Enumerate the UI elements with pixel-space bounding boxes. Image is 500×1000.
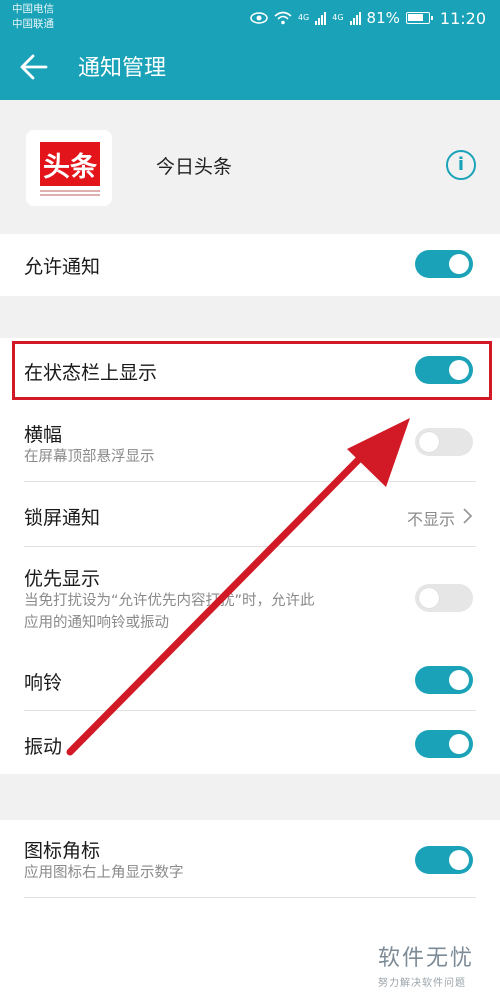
section-gap: [0, 296, 500, 338]
ring-row[interactable]: 响铃: [0, 648, 500, 711]
clock: 11:20: [439, 8, 486, 28]
battery-icon: [405, 12, 433, 24]
watermark: 软件无忧 努力解决软件问题: [378, 940, 474, 989]
battery-percent: 81%: [366, 9, 400, 27]
app-logo: 头条: [26, 130, 112, 206]
carrier-info: 中国电信 中国联通: [12, 2, 54, 32]
app-header: 头条: [0, 100, 500, 234]
badge-toggle[interactable]: [415, 846, 473, 874]
banner-toggle[interactable]: [415, 428, 473, 456]
network-type-1: 4G: [297, 13, 310, 22]
network-type-2: 4G: [332, 13, 344, 22]
banner-row[interactable]: 横幅 在屏幕顶部悬浮显示: [0, 404, 500, 482]
watermark-title: 软件无忧: [378, 946, 475, 971]
priority-display-toggle[interactable]: [415, 584, 473, 612]
divider: [24, 546, 476, 547]
lock-screen-row[interactable]: 锁屏通知 不显示: [0, 483, 500, 547]
watermark-subtitle: 努力解决软件问题: [378, 978, 466, 989]
app-bar: 通知管理: [0, 36, 500, 100]
info-button[interactable]: i: [446, 150, 476, 180]
eye-comfort-icon: [250, 12, 268, 24]
app-logo-text: 头条: [40, 142, 100, 186]
divider: [24, 481, 476, 482]
divider: [24, 897, 476, 898]
divider: [24, 710, 476, 711]
allow-notifications-toggle[interactable]: [415, 250, 473, 278]
carrier-2: 中国联通: [12, 18, 54, 30]
logo-lines: [40, 190, 100, 200]
carrier-1: 中国电信: [12, 3, 54, 15]
page-title: 通知管理: [78, 56, 167, 81]
lock-screen-label: 锁屏通知: [24, 507, 101, 529]
priority-description-line1: 当免打扰设为“允许优先内容打扰”时，允许此: [24, 593, 315, 609]
wifi-icon: [274, 11, 292, 25]
badge-row[interactable]: 图标角标 应用图标右上角显示数字: [0, 822, 500, 898]
vibrate-row[interactable]: 振动: [0, 712, 500, 774]
ring-toggle[interactable]: [415, 666, 473, 694]
status-bar: 中国电信 中国联通 4G 4G 81% 11:20: [0, 0, 500, 36]
lock-screen-value: 不显示: [407, 510, 456, 529]
signal-icon: [315, 11, 327, 25]
chevron-right-icon: [463, 508, 473, 524]
vibrate-toggle[interactable]: [415, 730, 473, 758]
banner-description: 在屏幕顶部悬浮显示: [24, 449, 155, 465]
banner-label: 横幅: [24, 424, 63, 446]
priority-display-label: 优先显示: [24, 568, 101, 590]
vibrate-label: 振动: [24, 736, 63, 758]
allow-notifications-row[interactable]: 允许通知: [0, 234, 500, 296]
allow-notifications-label: 允许通知: [24, 256, 101, 278]
highlight-box: [12, 341, 492, 400]
status-icons: 4G 4G 81% 11:20: [250, 7, 486, 29]
info-icon: i: [457, 154, 465, 175]
section-gap: [0, 774, 500, 820]
priority-display-row[interactable]: 优先显示 当免打扰设为“允许优先内容打扰”时，允许此 应用的通知响铃或振动: [0, 548, 500, 646]
badge-description: 应用图标右上角显示数字: [24, 865, 184, 881]
back-arrow-icon: [20, 54, 48, 80]
ring-label: 响铃: [24, 672, 63, 694]
signal-icon-2: [349, 11, 361, 25]
badge-label: 图标角标: [24, 840, 101, 862]
back-button[interactable]: [18, 52, 58, 86]
app-name: 今日头条: [156, 156, 233, 178]
priority-description-line2: 应用的通知响铃或振动: [24, 615, 169, 631]
